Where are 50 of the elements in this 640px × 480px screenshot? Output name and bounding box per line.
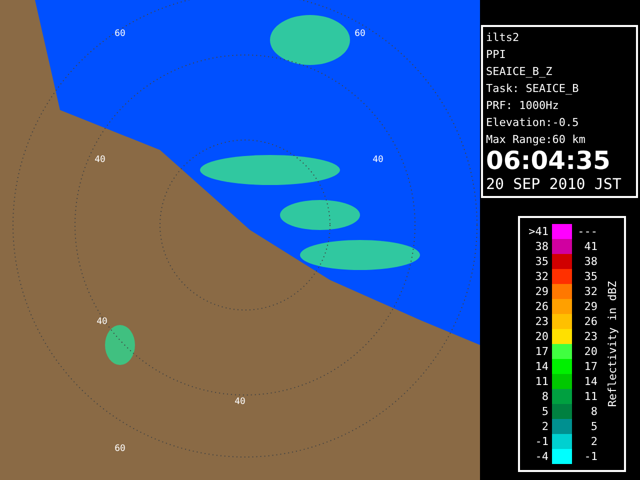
legend-low-label: 2 (540, 419, 550, 434)
info-line: Elevation:-0.5 (486, 115, 580, 131)
range-label: 40 (234, 397, 246, 407)
range-label: 40 (372, 155, 384, 165)
legend-high-label: 11 (583, 389, 598, 404)
range-label: 60 (114, 444, 126, 454)
legend-high-label: 14 (583, 374, 598, 389)
info-line: Max Range:60 km (486, 132, 586, 148)
legend-low-label: 8 (540, 389, 550, 404)
legend-high-label: 2 (590, 434, 598, 449)
precipitation-echo (105, 325, 135, 365)
legend-low-label: 23 (534, 314, 550, 329)
info-line: PRF: 1000Hz (486, 98, 560, 114)
legend-high-label: 17 (583, 359, 598, 374)
legend-low-label: 14 (534, 359, 550, 374)
legend-low-label: 17 (534, 344, 550, 359)
legend-low-label: 29 (534, 284, 550, 299)
time-text: 06:04:35 (486, 148, 612, 174)
legend-high-label: 41 (583, 239, 598, 254)
legend-low-label: 35 (534, 254, 550, 269)
legend-high-label: -1 (583, 449, 598, 464)
legend-high-label: --- (576, 224, 598, 239)
info-line: Task: SEAICE_B (486, 81, 580, 97)
range-label: 40 (94, 155, 106, 165)
legend-high-label: 23 (583, 329, 598, 344)
legend-high-label: 26 (583, 314, 598, 329)
legend-low-label: 20 (534, 329, 550, 344)
legend-high-label: 32 (583, 284, 598, 299)
range-label: 60 (354, 29, 366, 39)
range-label: 40 (96, 317, 108, 327)
legend-low-label: -4 (534, 449, 550, 464)
legend-low-label: 26 (534, 299, 550, 314)
legend-high-label: 35 (583, 269, 598, 284)
legend-low-label: 5 (540, 404, 550, 419)
legend-low-label: >41 (528, 224, 550, 239)
date-text: 20 SEP 2010 JST (486, 174, 622, 194)
legend-low-label: -1 (534, 434, 550, 449)
legend-high-label: 8 (590, 404, 598, 419)
legend-low-label: 32 (534, 269, 550, 284)
info-line: ilts2 (486, 30, 520, 46)
legend-high-label: 38 (583, 254, 598, 269)
info-line: SEAICE_B_Z (486, 64, 554, 80)
legend-title: Reflectivity in dBZ (606, 281, 620, 407)
info-line: PPI (486, 47, 507, 63)
legend-low-label: 38 (534, 239, 550, 254)
range-label: 60 (114, 29, 126, 39)
legend-high-label: 20 (583, 344, 598, 359)
legend-high-label: 29 (583, 299, 598, 314)
legend-high-label: 5 (590, 419, 598, 434)
legend-low-label: 11 (534, 374, 550, 389)
